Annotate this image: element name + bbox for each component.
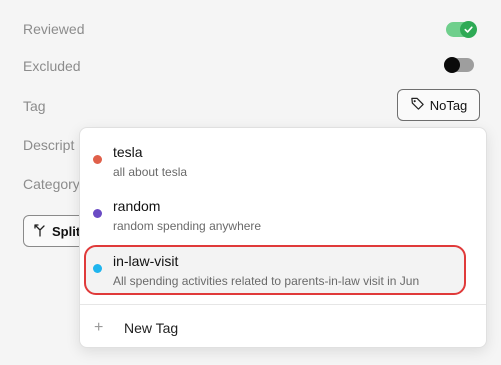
tag-color-dot xyxy=(93,209,102,218)
tag-color-dot xyxy=(93,155,102,164)
split-label: Split xyxy=(52,223,81,239)
description-label: Descript xyxy=(23,137,75,153)
tag-option-description: All spending activities related to paren… xyxy=(113,274,420,288)
tag-option-description: random spending anywhere xyxy=(113,219,262,233)
category-label: Category xyxy=(23,176,80,192)
tag-option-name: tesla xyxy=(113,144,143,160)
plus-icon: + xyxy=(94,319,104,336)
excluded-label: Excluded xyxy=(23,58,81,74)
excluded-toggle[interactable] xyxy=(444,57,474,73)
tag-dropdown: tesla all about tesla random random spen… xyxy=(79,127,487,348)
toggle-knob xyxy=(444,57,460,73)
dropdown-divider xyxy=(80,304,486,305)
tag-icon xyxy=(410,96,425,114)
tag-select-button[interactable]: NoTag xyxy=(397,89,480,121)
tag-label: Tag xyxy=(23,98,46,114)
tag-select-label: NoTag xyxy=(429,97,468,113)
tag-option-name: in-law-visit xyxy=(113,253,179,269)
tag-color-dot xyxy=(93,264,102,273)
tag-option-name: random xyxy=(113,198,161,214)
reviewed-label: Reviewed xyxy=(23,21,85,37)
tag-option-description: all about tesla xyxy=(113,165,188,179)
new-tag-button[interactable]: + New Tag xyxy=(80,316,486,342)
reviewed-toggle[interactable] xyxy=(446,21,477,38)
transaction-detail-panel: Reviewed Excluded Tag NoTag Descript Cat… xyxy=(0,0,501,365)
check-icon xyxy=(460,21,477,38)
new-tag-label: New Tag xyxy=(124,320,179,336)
split-icon xyxy=(33,223,47,240)
